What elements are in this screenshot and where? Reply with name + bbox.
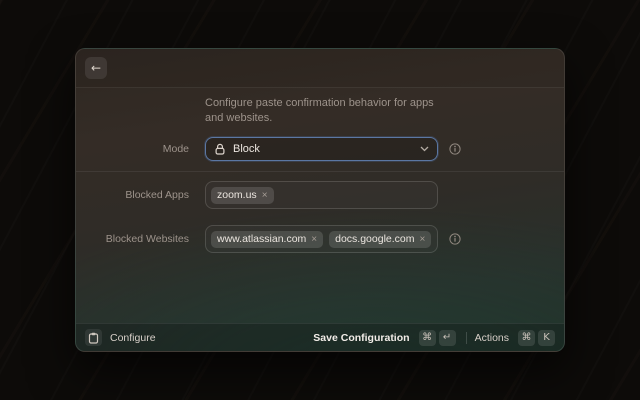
tag-www.atlassian.com[interactable]: www.atlassian.com ×: [211, 231, 323, 248]
back-button[interactable]: ←: [85, 57, 107, 79]
mode-label: Mode: [76, 143, 189, 155]
mode-select[interactable]: Block: [205, 137, 438, 161]
tag-label: docs.google.com: [335, 233, 414, 245]
clipboard-icon: [85, 329, 102, 346]
tag-zoom.us[interactable]: zoom.us ×: [211, 187, 274, 204]
window-header: ←: [76, 49, 564, 88]
cmd-key-icon: ⌘: [518, 330, 535, 346]
lock-icon: [214, 143, 226, 156]
tag-label: www.atlassian.com: [217, 233, 306, 245]
footer-divider: [466, 332, 467, 344]
action-bar: Configure Save Configuration ⌘ ↵ Actions…: [76, 323, 564, 351]
back-arrow-icon: ←: [91, 62, 101, 74]
actions-button[interactable]: Actions ⌘ K: [475, 330, 555, 346]
mode-row: Mode Block: [76, 137, 564, 161]
blocked-apps-label: Blocked Apps: [76, 189, 189, 201]
form-description: Configure paste confirmation behavior fo…: [205, 96, 445, 126]
blocked-websites-info-icon[interactable]: [449, 233, 461, 245]
actions-label: Actions: [475, 332, 509, 344]
configure-window: ← Configure paste confirmation behavior …: [75, 48, 565, 352]
blocked-apps-row: Blocked Apps zoom.us ×: [76, 181, 564, 209]
section-divider: [76, 171, 564, 172]
chevron-down-icon: [420, 146, 429, 152]
remove-tag-icon[interactable]: ×: [262, 190, 268, 201]
command-title: Configure: [110, 332, 156, 344]
mode-info-icon[interactable]: [449, 143, 461, 155]
save-configuration-button[interactable]: Save Configuration ⌘ ↵: [313, 330, 455, 346]
save-configuration-label: Save Configuration: [313, 332, 409, 344]
remove-tag-icon[interactable]: ×: [420, 234, 426, 245]
command-identity: Configure: [85, 329, 156, 346]
footer-actions: Save Configuration ⌘ ↵ Actions ⌘ K: [313, 330, 555, 346]
mode-value: Block: [233, 143, 260, 155]
k-key-icon: K: [538, 330, 555, 346]
cmd-key-icon: ⌘: [419, 330, 436, 346]
blocked-websites-label: Blocked Websites: [76, 233, 189, 245]
remove-tag-icon[interactable]: ×: [311, 234, 317, 245]
blocked-websites-row: Blocked Websites www.atlassian.com×docs.…: [76, 225, 564, 253]
tag-label: zoom.us: [217, 189, 257, 201]
tag-docs.google.com[interactable]: docs.google.com ×: [329, 231, 431, 248]
blocked-apps-field[interactable]: zoom.us ×: [205, 181, 438, 209]
form-content: Configure paste confirmation behavior fo…: [76, 88, 564, 253]
blocked-websites-field[interactable]: www.atlassian.com × docs.google.com ×: [205, 225, 438, 253]
return-key-icon: ↵: [439, 330, 456, 346]
